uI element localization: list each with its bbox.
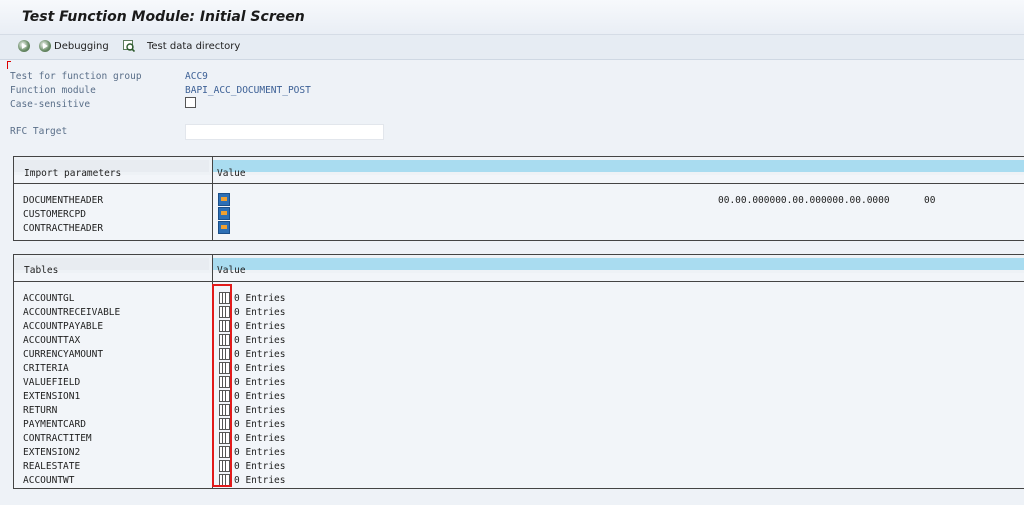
entries-count: 0 Entries (234, 447, 286, 458)
import-parameters-header: Import parameters (24, 168, 122, 179)
table-row[interactable]: ACCOUNTRECEIVABLE (23, 307, 120, 318)
import-value-header: Value (217, 168, 246, 179)
entries-count: 0 Entries (234, 475, 286, 486)
entries-count: 0 Entries (234, 307, 286, 318)
entries-count: 0 Entries (234, 433, 286, 444)
page-title: Test Function Module: Initial Screen (22, 9, 305, 25)
case-sensitive-label: Case-sensitive (10, 99, 91, 110)
structure-editor-icon[interactable] (218, 221, 230, 234)
documentheader-value: 00.00.000000.00.000000.00.0000 (718, 195, 890, 206)
table-row[interactable]: EXTENSION1 (23, 391, 80, 402)
table-row[interactable]: REALESTATE (23, 461, 80, 472)
entries-count: 0 Entries (234, 419, 286, 430)
import-param-name[interactable]: CUSTOMERCPD (23, 209, 86, 220)
table-row[interactable]: ACCOUNTGL (23, 293, 74, 304)
case-sensitive-checkbox[interactable] (185, 97, 196, 108)
function-module-label: Function module (10, 85, 96, 96)
table-row[interactable]: CONTRACTITEM (23, 433, 92, 444)
entries-count: 0 Entries (234, 405, 286, 416)
entries-count: 0 Entries (234, 349, 286, 360)
function-module-value: BAPI_ACC_DOCUMENT_POST (185, 85, 311, 96)
debugging-icon[interactable] (39, 40, 51, 52)
toolbar: Debugging Test data directory (0, 35, 1024, 60)
test-data-directory-button[interactable]: Test data directory (147, 41, 240, 52)
table-row[interactable]: ACCOUNTPAYABLE (23, 321, 103, 332)
entries-count: 0 Entries (234, 363, 286, 374)
import-param-name[interactable]: CONTRACTHEADER (23, 223, 103, 234)
table-row[interactable]: VALUEFIELD (23, 377, 80, 388)
import-param-name[interactable]: DOCUMENTHEADER (23, 195, 103, 206)
rfc-target-label: RFC Target (10, 126, 68, 137)
function-group-label: Test for function group (10, 71, 142, 82)
entries-count: 0 Entries (234, 461, 286, 472)
function-group-value: ACC9 (185, 71, 208, 82)
test-data-directory-icon[interactable] (123, 40, 135, 52)
structure-editor-icon[interactable] (218, 193, 230, 206)
structure-editor-icon[interactable] (218, 207, 230, 220)
entries-count: 0 Entries (234, 377, 286, 388)
debugging-button[interactable]: Debugging (54, 41, 109, 52)
entries-count: 0 Entries (234, 293, 286, 304)
tables-value-header: Value (217, 265, 246, 276)
import-parameters-section: Import parameters Value DOCUMENTHEADER C… (13, 156, 1024, 241)
entries-count: 0 Entries (234, 391, 286, 402)
entries-count: 0 Entries (234, 321, 286, 332)
highlight-box (212, 284, 232, 487)
table-row[interactable]: ACCOUNTWT (23, 475, 74, 486)
focus-marker (7, 61, 11, 69)
table-row[interactable]: RETURN (23, 405, 57, 416)
entries-count: 0 Entries (234, 335, 286, 346)
documentheader-value-2: 00 (924, 195, 936, 206)
table-row[interactable]: PAYMENTCARD (23, 419, 86, 430)
rfc-target-input[interactable] (185, 124, 384, 140)
table-row[interactable]: CURRENCYAMOUNT (23, 349, 103, 360)
table-row[interactable]: ACCOUNTTAX (23, 335, 80, 346)
execute-icon[interactable] (18, 40, 30, 52)
table-row[interactable]: EXTENSION2 (23, 447, 80, 458)
tables-section: Tables Value ACCOUNTGL ACCOUNTRECEIVABLE… (13, 254, 1024, 489)
table-row[interactable]: CRITERIA (23, 363, 69, 374)
tables-header: Tables (24, 265, 59, 276)
title-bar: Test Function Module: Initial Screen (0, 0, 1024, 35)
